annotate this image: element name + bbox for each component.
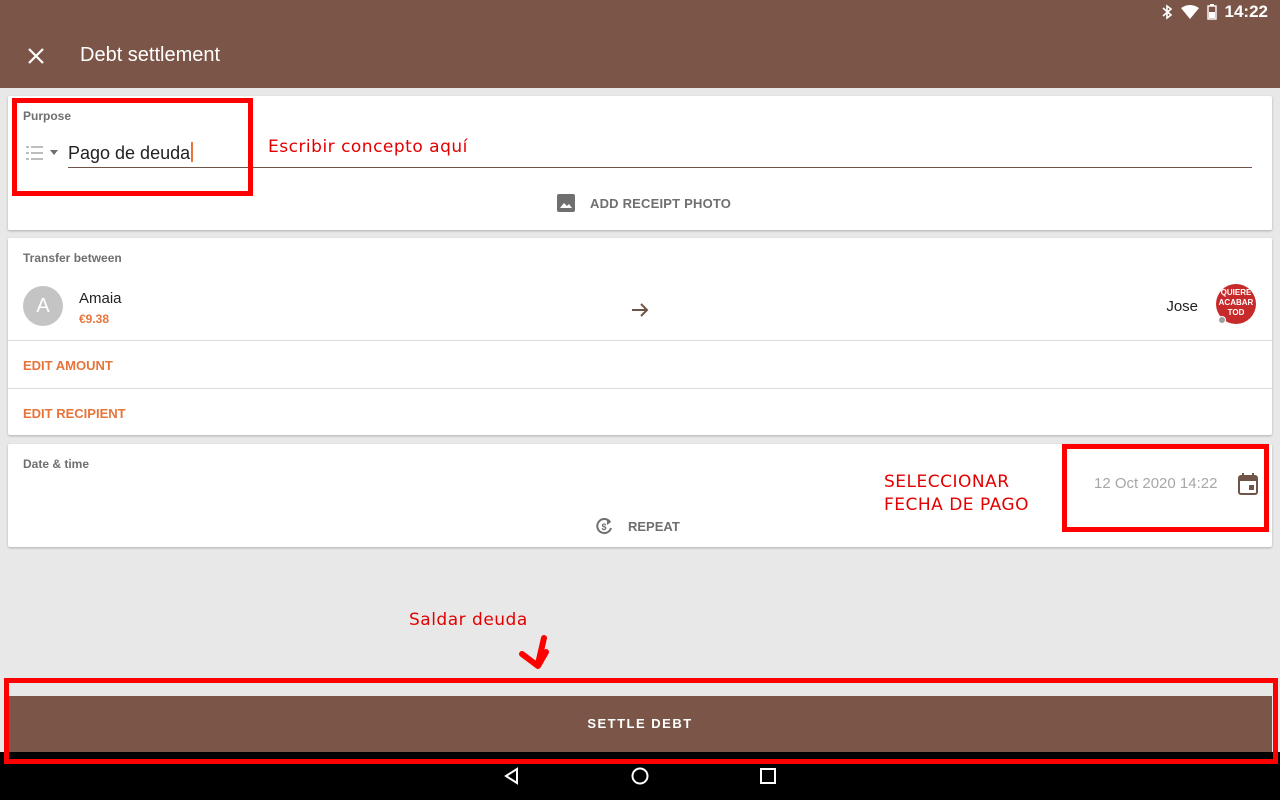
repeat-label: REPEAT [628, 518, 680, 534]
annotation-date-note-1: SELECCIONAR [884, 472, 1010, 492]
add-receipt-photo-label: ADD RECEIPT PHOTO [590, 195, 732, 211]
page-title: Debt settlement [80, 44, 221, 66]
annotation-arrow [519, 635, 549, 669]
annotation-box-date [1062, 444, 1269, 532]
annotation-purpose-note: Escribir concepto aquí [268, 137, 468, 157]
status-time: 14:22 [1224, 2, 1268, 21]
transfer-card: Transfer between A Amaia €9.38 Jose QUIE… [8, 238, 1272, 435]
wifi-icon [1180, 5, 1199, 19]
payer-amount: €9.38 [79, 312, 110, 326]
avatar-amaia: A [23, 286, 63, 326]
status-icons: 14:22 [1161, 2, 1268, 22]
recents-icon[interactable] [758, 766, 778, 786]
divider [8, 388, 1272, 389]
add-receipt-photo-button[interactable]: ADD RECEIPT PHOTO [556, 192, 731, 214]
edit-amount-button[interactable]: EDIT AMOUNT [23, 358, 113, 373]
date-time-label: Date & time [23, 457, 90, 471]
divider [8, 340, 1272, 341]
repeat-icon: $ [596, 518, 612, 535]
status-bar: 14:22 [0, 0, 1280, 24]
repeat-button[interactable]: $ REPEAT [594, 516, 680, 536]
bluetooth-icon [1161, 4, 1172, 20]
arrow-right-icon [632, 303, 649, 317]
back-icon[interactable] [502, 766, 522, 786]
recipient-name: Jose [1166, 298, 1198, 315]
transfer-label: Transfer between [23, 251, 122, 265]
edit-recipient-button[interactable]: EDIT RECIPIENT [23, 406, 126, 421]
home-icon[interactable] [630, 766, 650, 786]
image-icon [557, 194, 575, 212]
svg-text:$: $ [601, 522, 606, 532]
close-icon[interactable] [22, 42, 50, 70]
status-dot [1218, 316, 1226, 324]
annotation-settle-note: Saldar deuda [409, 610, 528, 630]
annotation-date-note-2: FECHA DE PAGO [884, 495, 1029, 515]
payer-name: Amaia [79, 290, 122, 307]
battery-icon [1206, 4, 1217, 20]
annotation-box-purpose [12, 98, 253, 196]
annotation-box-settle [4, 678, 1278, 764]
app-bar: Debt settlement [0, 24, 1280, 88]
